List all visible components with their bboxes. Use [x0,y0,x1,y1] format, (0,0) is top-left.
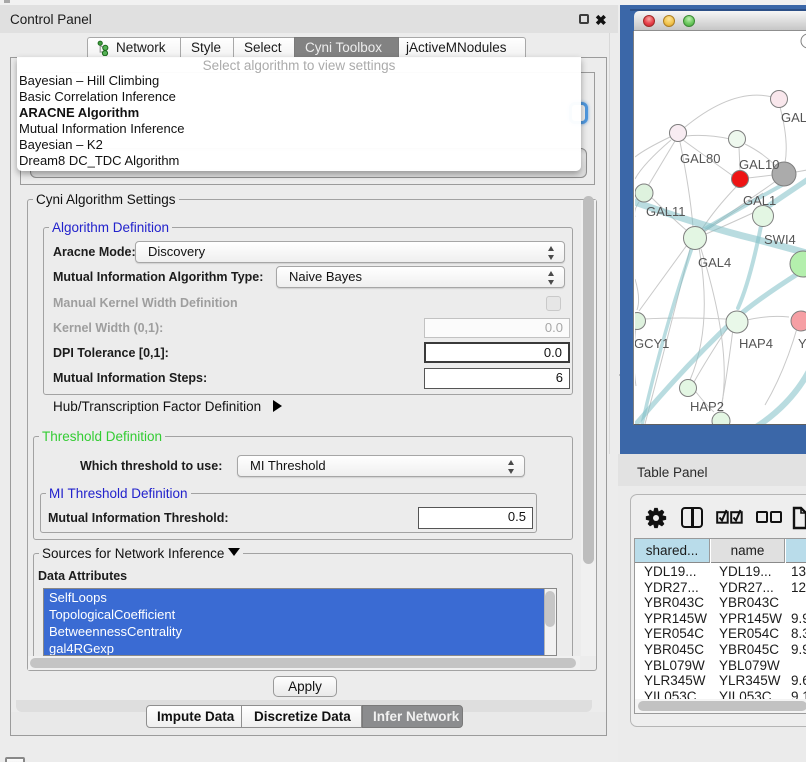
svg-text:GAL1: GAL1 [743,193,776,208]
svg-text:HAP2: HAP2 [690,399,724,414]
svg-text:Y: Y [798,336,806,351]
svg-text:GAL80: GAL80 [680,151,720,166]
svg-text:HAP4: HAP4 [739,336,773,351]
svg-text:GAL10: GAL10 [739,157,779,172]
svg-text:GAL7: GAL7 [781,110,806,125]
svg-text:SWI4: SWI4 [764,232,796,247]
svg-text:GAL11: GAL11 [646,204,686,219]
svg-text:GAL4: GAL4 [698,255,731,270]
svg-text:GCY1: GCY1 [635,336,669,351]
